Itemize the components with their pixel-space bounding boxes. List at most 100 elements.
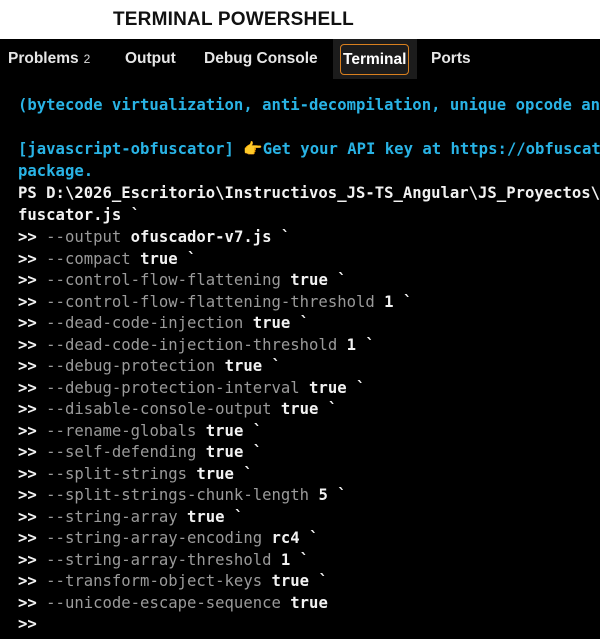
terminal-output[interactable]: (bytecode virtualization, anti-decompila… <box>0 79 600 639</box>
line-continuation-backtick: ` <box>252 443 263 461</box>
panel-tab-bar: Problems 2 Output Debug Console Terminal … <box>0 39 600 79</box>
option-value: true <box>280 400 319 418</box>
option-line: >> --self-defending true ` <box>18 443 262 461</box>
continuation-prompt: >> <box>18 464 37 483</box>
continuation-prompt: >> <box>18 335 37 354</box>
option-line: >> --split-strings true ` <box>18 465 253 483</box>
line-continuation-backtick: ` <box>187 249 197 268</box>
option-flag: --self-defending <box>46 443 197 461</box>
option-value: true <box>290 593 328 612</box>
line-continuation-backtick: ` <box>299 550 310 569</box>
option-value: true <box>290 271 328 289</box>
option-value: true <box>196 464 234 483</box>
line-continuation-backtick: ` <box>252 421 263 440</box>
option-line: >> --string-array-threshold 1 ` <box>18 551 309 569</box>
option-line: >> --string-array true ` <box>18 508 243 526</box>
option-line: >> --transform-object-keys true ` <box>18 572 328 590</box>
continuation-prompt: >> <box>18 378 37 397</box>
option-line: >> --debug-protection true ` <box>18 357 281 375</box>
option-flag: --debug-protection <box>46 357 216 375</box>
option-flag: --string-array-threshold <box>46 550 272 569</box>
option-flag: --transform-object-keys <box>46 572 263 590</box>
line-continuation-backtick: ` <box>365 335 375 354</box>
option-flag: --debug-protection-interval <box>46 378 300 397</box>
option-value: true <box>252 314 291 332</box>
line-continuation-backtick: ` <box>243 464 253 483</box>
option-value: true <box>271 572 310 590</box>
option-line: >> --disable-console-output true ` <box>18 400 337 418</box>
option-flag: --control-flow-flattening <box>46 271 281 289</box>
terminal-line-ps-prompt: PS D:\2026_Escritorio\Instructivos_JS-TS… <box>18 184 600 202</box>
terminal-line-bytecode: (bytecode virtualization, anti-decompila… <box>18 96 600 114</box>
line-continuation-backtick: ` <box>233 507 244 526</box>
continuation-prompt: >> <box>18 593 37 612</box>
option-flag: --output <box>46 228 122 246</box>
continuation-prompt: >> <box>18 507 37 526</box>
line-continuation-backtick: ` <box>402 292 413 311</box>
option-value: true <box>309 378 347 397</box>
option-line: >> --split-strings-chunk-length 5 ` <box>18 486 347 504</box>
continuation-prompt: >> <box>18 314 37 332</box>
continuation-prompt: >> <box>18 249 37 268</box>
line-continuation-backtick: ` <box>318 572 328 590</box>
option-line: >> --unicode-escape-sequence true <box>18 594 328 612</box>
option-flag: --unicode-escape-sequence <box>46 593 281 612</box>
option-line: >> --string-array-encoding rc4 ` <box>18 529 318 547</box>
option-value: true <box>205 443 244 461</box>
option-value: true <box>140 249 178 268</box>
continuation-prompt: >> <box>18 486 37 504</box>
option-line: >> --rename-globals true ` <box>18 422 262 440</box>
vscode-terminal-panel: TERMINAL POWERSHELL Problems 2 Output Deb… <box>0 0 600 639</box>
option-flag: --split-strings-chunk-length <box>46 486 310 504</box>
option-value: true <box>205 421 244 440</box>
option-line: >> --control-flow-flattening-threshold 1… <box>18 293 412 311</box>
option-value: ofuscador-v7.js <box>130 228 272 246</box>
continuation-prompt: >> <box>18 271 37 289</box>
continuation-prompt: >> <box>18 292 37 311</box>
terminal-line-api: [javascript-obfuscator] 👉Get your API ke… <box>18 140 600 158</box>
continuation-prompt: >> <box>18 443 37 461</box>
tab-problems[interactable]: Problems 2 <box>8 43 90 75</box>
option-value: true <box>224 357 263 375</box>
option-line: >> --output ofuscador-v7.js ` <box>18 228 290 246</box>
line-continuation-backtick: ` <box>271 357 281 375</box>
pointing-hand-icon: 👉 <box>243 140 263 158</box>
tab-debug-console[interactable]: Debug Console <box>204 43 318 75</box>
option-line: >> --dead-code-injection-threshold 1 ` <box>18 336 375 354</box>
tab-ports[interactable]: Ports <box>431 43 471 75</box>
continuation-prompt: >> <box>18 572 37 590</box>
line-continuation-backtick: ` <box>280 228 291 246</box>
obfuscator-prefix: [javascript-obfuscator] <box>18 140 234 158</box>
tab-problems-label: Problems <box>8 50 79 67</box>
caption-header: TERMINAL POWERSHELL <box>0 0 600 39</box>
option-flag: --string-array <box>46 507 178 526</box>
line-continuation-backtick: ` <box>309 529 319 547</box>
terminal-line-package: package. <box>18 162 94 180</box>
option-value: 1 <box>280 550 291 569</box>
continuation-prompt: >> <box>18 550 37 569</box>
api-key-text: Get your API key at https://obfuscat <box>262 140 600 158</box>
problems-count-badge: 2 <box>83 52 91 66</box>
line-continuation-backtick: ` <box>337 271 347 289</box>
option-line: >> --compact true ` <box>18 250 196 268</box>
option-value: true <box>187 507 225 526</box>
page-title: TERMINAL POWERSHELL <box>113 9 354 30</box>
tab-output[interactable]: Output <box>125 43 176 75</box>
option-value: rc4 <box>271 529 300 547</box>
option-value: 1 <box>384 292 394 311</box>
option-flag: --compact <box>46 249 131 268</box>
line-continuation-backtick: ` <box>327 400 338 418</box>
option-line: >> --dead-code-injection true ` <box>18 314 309 332</box>
tab-terminal[interactable]: Terminal <box>340 44 410 75</box>
option-line: >> --control-flow-flattening true ` <box>18 271 347 289</box>
option-value: 1 <box>346 335 356 354</box>
continuation-prompt: >> <box>18 529 37 547</box>
continuation-prompt: >> <box>18 228 37 246</box>
option-flag: --control-flow-flattening-threshold <box>46 292 375 311</box>
option-flag: --rename-globals <box>46 421 197 440</box>
option-flag: --string-array-encoding <box>46 529 263 547</box>
line-continuation-backtick: ` <box>356 378 366 397</box>
option-flag: --dead-code-injection <box>46 314 244 332</box>
option-flag: --split-strings <box>46 464 187 483</box>
option-flag: --dead-code-injection-threshold <box>46 335 338 354</box>
